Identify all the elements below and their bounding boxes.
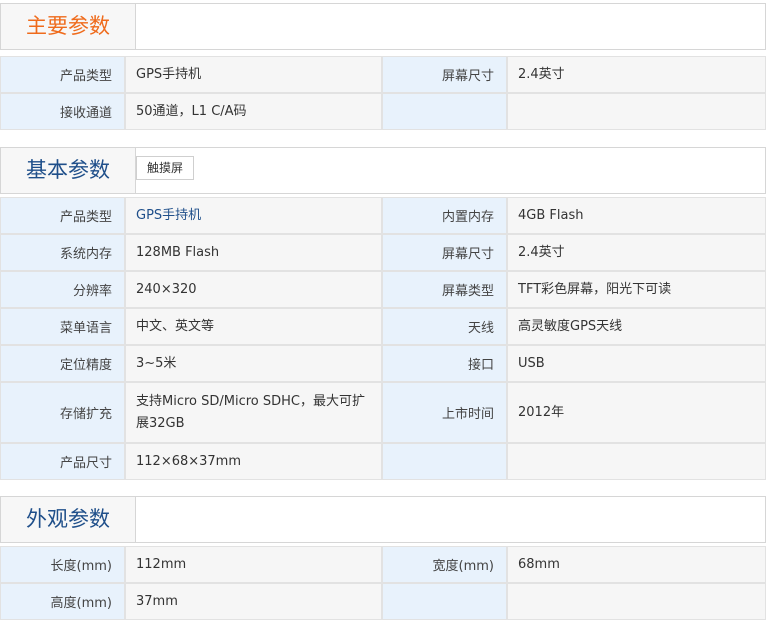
spec-label: 屏幕尺寸 bbox=[382, 234, 507, 271]
spec-value: 50通道，L1 C/A码 bbox=[125, 93, 382, 130]
spec-value: 中文、英文等 bbox=[125, 308, 382, 345]
table-row: 产品类型 GPS手持机 内置内存 4GB Flash bbox=[0, 197, 766, 234]
spec-label: 菜单语言 bbox=[0, 308, 125, 345]
spec-label: 长度(mm) bbox=[0, 546, 125, 583]
spec-label: 系统内存 bbox=[0, 234, 125, 271]
spec-value: 112×68×37mm bbox=[125, 443, 382, 480]
section-appearance-params: 外观参数 长度(mm) 112mm 宽度(mm) 68mm 高度(mm) 37m… bbox=[0, 496, 766, 620]
spec-value: USB bbox=[507, 345, 766, 382]
section-header: 外观参数 bbox=[0, 496, 766, 543]
spec-label: 高度(mm) bbox=[0, 583, 125, 620]
spec-label: 接收通道 bbox=[0, 93, 125, 130]
spec-value: 2.4英寸 bbox=[507, 234, 766, 271]
spec-value: 68mm bbox=[507, 546, 766, 583]
spec-label: 宽度(mm) bbox=[382, 546, 507, 583]
section-header-right bbox=[135, 4, 765, 49]
spec-label: 产品类型 bbox=[0, 56, 125, 93]
spec-value: 37mm bbox=[125, 583, 382, 620]
spec-label: 分辨率 bbox=[0, 271, 125, 308]
spec-label: 产品类型 bbox=[0, 197, 125, 234]
spec-value: 112mm bbox=[125, 546, 382, 583]
spec-value bbox=[507, 443, 766, 480]
table-row: 分辨率 240×320 屏幕类型 TFT彩色屏幕，阳光下可读 bbox=[0, 271, 766, 308]
spec-label bbox=[382, 583, 507, 620]
table-row: 接收通道 50通道，L1 C/A码 bbox=[0, 93, 766, 130]
spec-value: 3~5米 bbox=[125, 345, 382, 382]
section-header: 主要参数 bbox=[0, 3, 766, 50]
spec-label: 接口 bbox=[382, 345, 507, 382]
table-row: 长度(mm) 112mm 宽度(mm) 68mm bbox=[0, 546, 766, 583]
spec-label bbox=[382, 443, 507, 480]
touchscreen-tag[interactable]: 触摸屏 bbox=[136, 156, 195, 180]
spec-value: 2.4英寸 bbox=[507, 56, 766, 93]
spec-value: 支持Micro SD/Micro SDHC，最大可扩展32GB bbox=[125, 382, 382, 443]
table-row: 存储扩充 支持Micro SD/Micro SDHC，最大可扩展32GB 上市时… bbox=[0, 382, 766, 443]
table-row: 高度(mm) 37mm bbox=[0, 583, 766, 620]
section-basic-params: 基本参数 触摸屏 产品类型 GPS手持机 内置内存 4GB Flash 系统内存… bbox=[0, 147, 766, 480]
spec-label: 产品尺寸 bbox=[0, 443, 125, 480]
table-row: 系统内存 128MB Flash 屏幕尺寸 2.4英寸 bbox=[0, 234, 766, 271]
table-row: 产品类型 GPS手持机 屏幕尺寸 2.4英寸 bbox=[0, 56, 766, 93]
spec-value: 240×320 bbox=[125, 271, 382, 308]
spec-value bbox=[507, 93, 766, 130]
table-row: 定位精度 3~5米 接口 USB bbox=[0, 345, 766, 382]
section-title: 主要参数 bbox=[1, 4, 135, 49]
table-row: 产品尺寸 112×68×37mm bbox=[0, 443, 766, 480]
spec-value: 2012年 bbox=[507, 382, 766, 443]
section-title: 外观参数 bbox=[1, 497, 135, 542]
spec-value: 4GB Flash bbox=[507, 197, 766, 234]
spec-value: 高灵敏度GPS天线 bbox=[507, 308, 766, 345]
section-header-right bbox=[135, 497, 765, 542]
spec-label bbox=[382, 93, 507, 130]
spec-label: 存储扩充 bbox=[0, 382, 125, 443]
spec-label: 天线 bbox=[382, 308, 507, 345]
spec-value: GPS手持机 bbox=[125, 56, 382, 93]
section-header-right: 触摸屏 bbox=[135, 148, 765, 193]
spec-value: TFT彩色屏幕，阳光下可读 bbox=[507, 271, 766, 308]
section-title: 基本参数 bbox=[1, 148, 135, 193]
spec-label: 屏幕尺寸 bbox=[382, 56, 507, 93]
table-row: 菜单语言 中文、英文等 天线 高灵敏度GPS天线 bbox=[0, 308, 766, 345]
spec-label: 定位精度 bbox=[0, 345, 125, 382]
spec-label: 内置内存 bbox=[382, 197, 507, 234]
spec-label: 屏幕类型 bbox=[382, 271, 507, 308]
spec-label: 上市时间 bbox=[382, 382, 507, 443]
section-header: 基本参数 触摸屏 bbox=[0, 147, 766, 194]
spec-value-link[interactable]: GPS手持机 bbox=[125, 197, 382, 234]
spec-value: 128MB Flash bbox=[125, 234, 382, 271]
section-main-params: 主要参数 产品类型 GPS手持机 屏幕尺寸 2.4英寸 接收通道 50通道，L1… bbox=[0, 3, 766, 130]
spec-value bbox=[507, 583, 766, 620]
